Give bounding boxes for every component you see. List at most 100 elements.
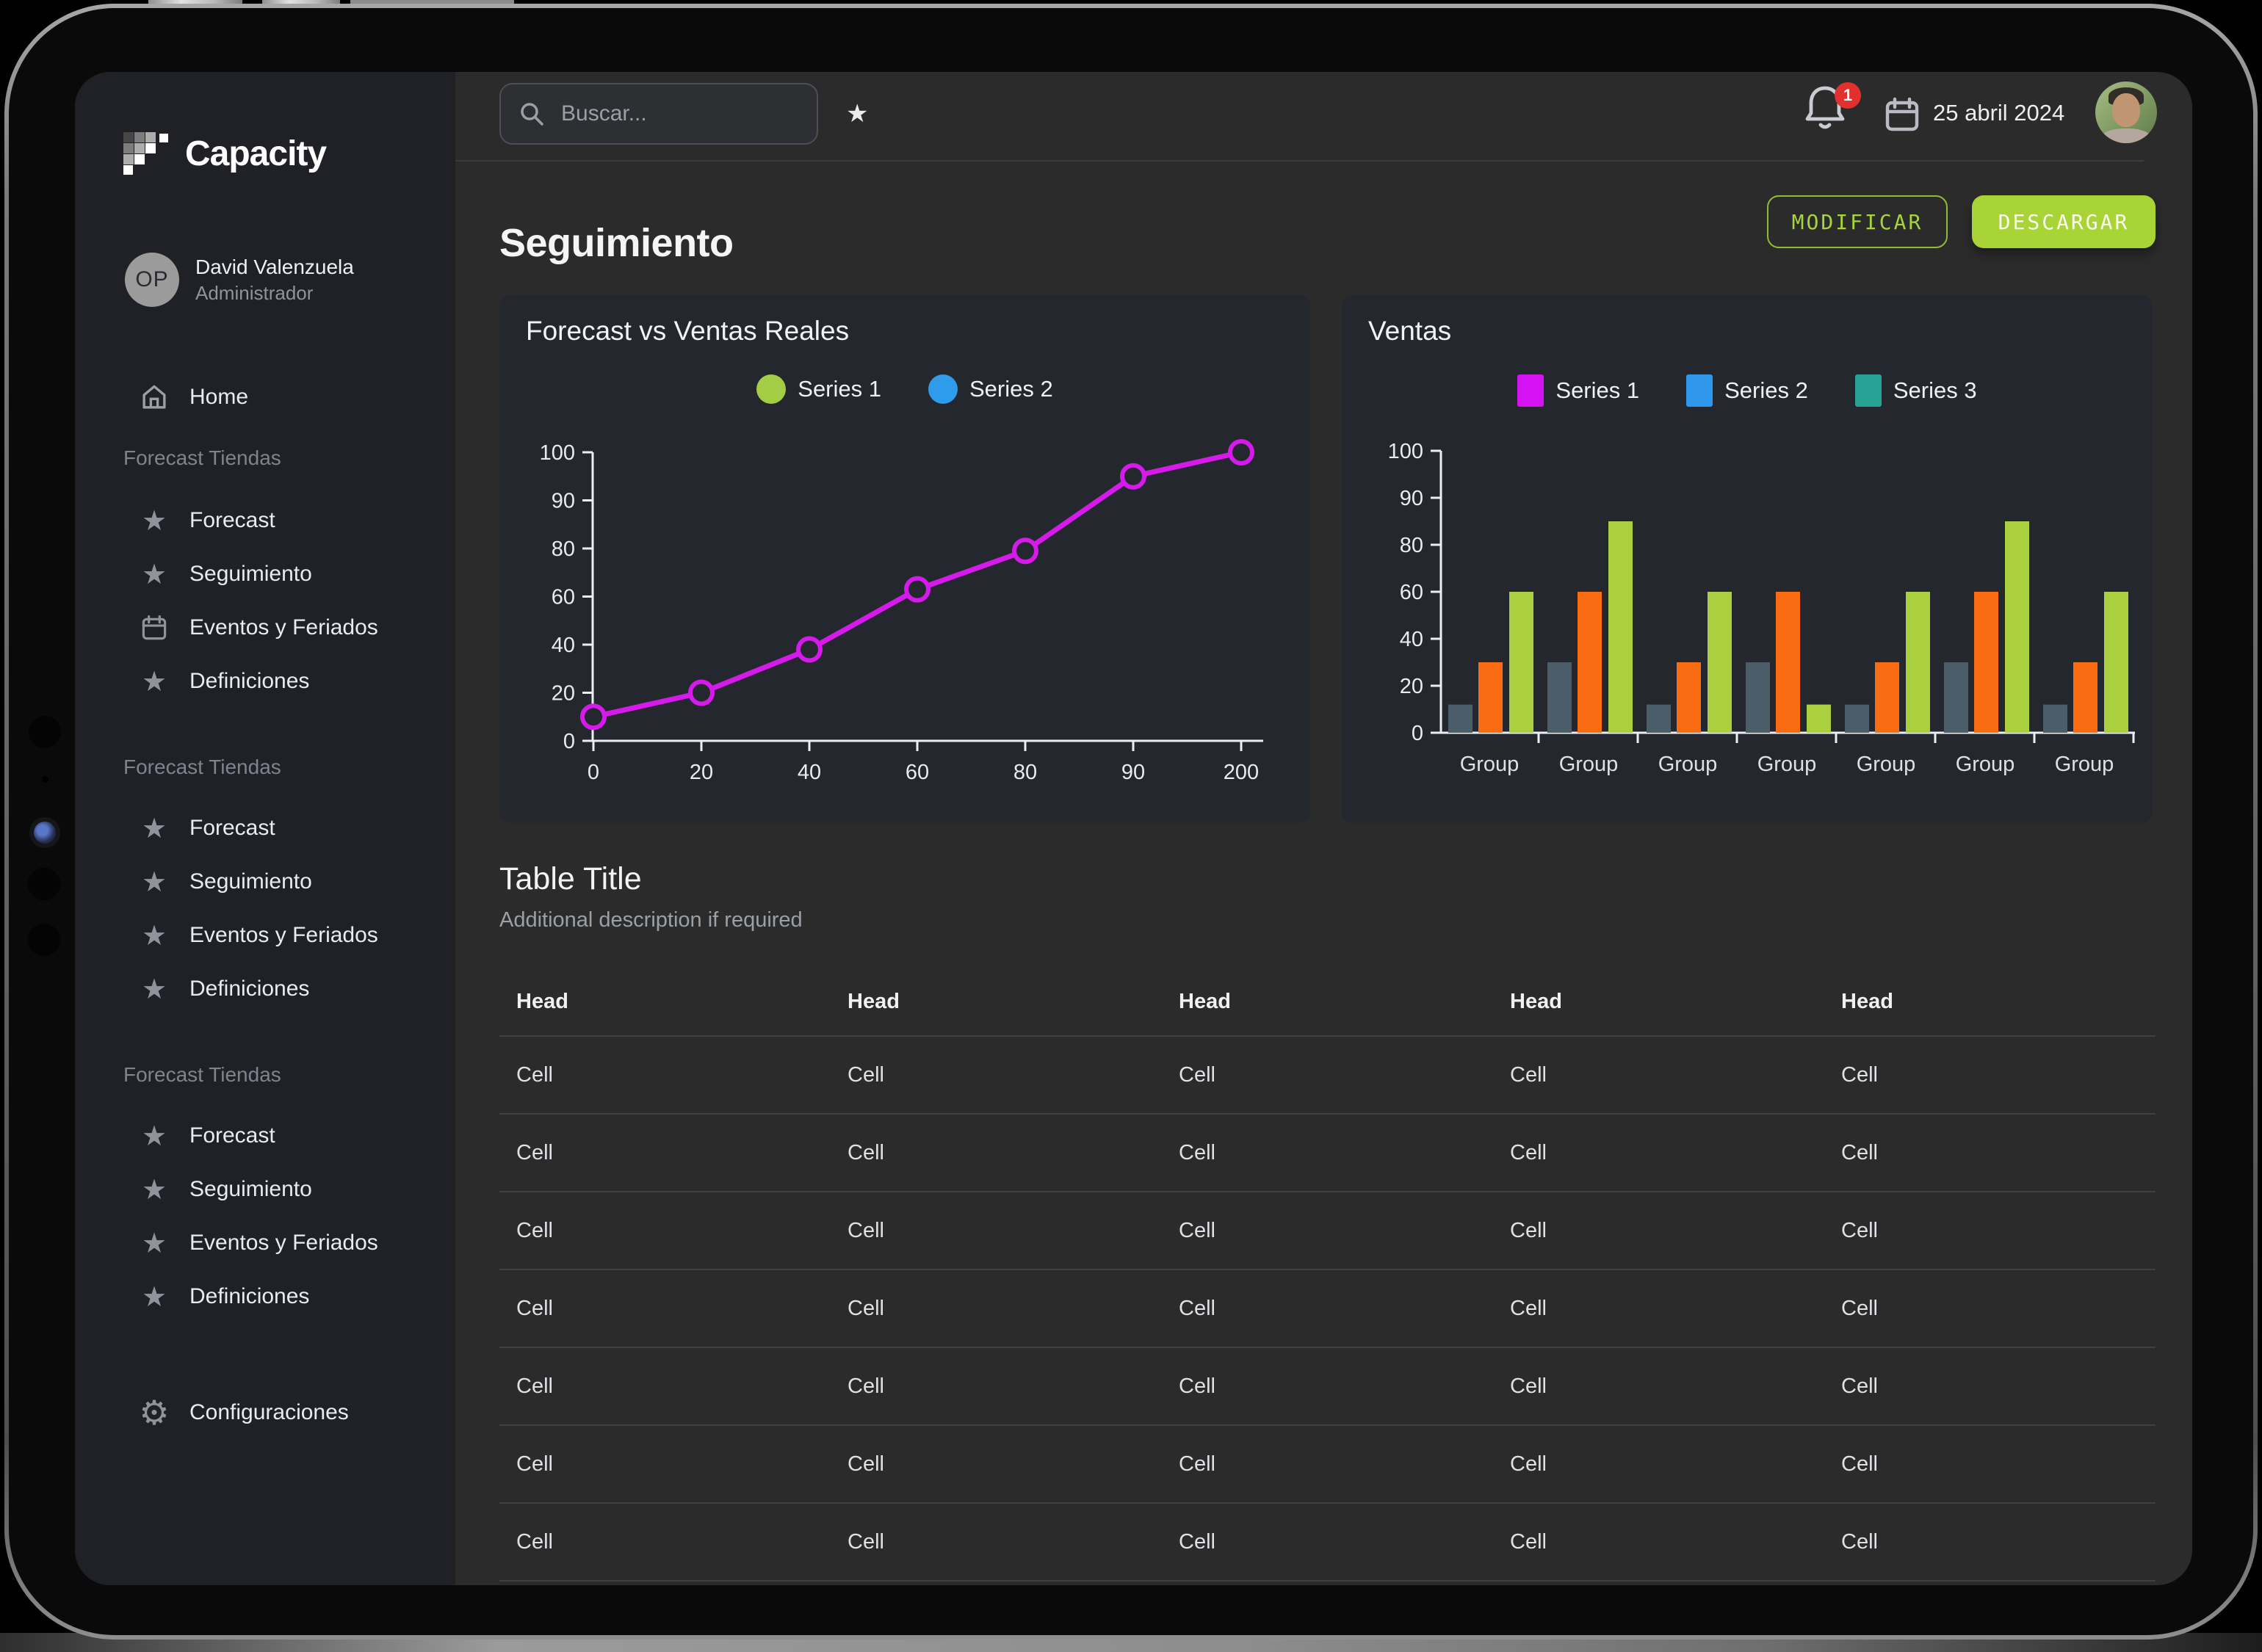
table-row: CellCellCellCellCell [499,1035,2156,1113]
svg-text:0: 0 [588,761,599,784]
sidebar-group: ★Forecast ★ Seguimiento ★ Eventos y Feriados… [75,1109,455,1323]
chart-legend: Series 1Series 2Series 3 [1342,374,2153,407]
user-name: David Valenzuela [195,254,354,280]
table-row: CellCellCellCellCell [499,1347,2156,1424]
sidebar-nav: HomeForecast Tiendas★Forecast★Seguimient… [75,370,455,1323]
front-sensor [28,924,60,956]
sidebar-item-definiciones[interactable]: ★Definiciones [75,1269,455,1323]
table-row: CellCellCellCellCell [499,1424,2156,1502]
star-icon: ★ [138,665,170,698]
sidebar-item-seguimiento[interactable]: ★Seguimiento [75,855,455,908]
table-cell: Cell [1162,1297,1493,1321]
sidebar-item-eventos-y-feriados[interactable]: ★ Eventos y Feriados [75,1216,455,1269]
download-button[interactable]: DESCARGAR [1972,195,2156,248]
sidebar-item-definiciones[interactable]: ★Definiciones [75,962,455,1015]
table-cell: Cell [1162,1452,1493,1477]
search-box[interactable]: ★ [499,83,818,145]
sidebar-item-seguimiento[interactable]: ★Seguimiento [75,547,455,601]
svg-text:60: 60 [1400,581,1423,604]
search-input[interactable] [560,101,846,127]
sidebar-item-forecast[interactable]: ★Forecast [75,1109,455,1162]
sidebar-section-label: Forecast Tiendas [75,740,455,794]
table-header-cell: Head [1824,990,2156,1014]
table-cell: Cell [1493,1452,1824,1477]
sidebar-item-forecast[interactable]: ★Forecast [75,493,455,547]
notifications-button[interactable]: 1 [1801,82,1867,148]
table-cell: Cell [1162,1219,1493,1243]
table-cell: Cell [1493,1530,1824,1554]
capacity-logo-icon [123,132,169,175]
table-cell: Cell [499,1530,831,1554]
table-cell: Cell [831,1219,1162,1243]
calendar-button[interactable] [1883,95,1921,137]
sidebar-item-eventos-y-feriados[interactable]: ★ Eventos y Feriados [75,908,455,962]
table-cell: Cell [1824,1063,2156,1087]
svg-text:40: 40 [1400,628,1423,651]
current-date: 25 abril 2024 [1933,100,2064,126]
main-area: ★ 1 [455,72,2192,1585]
table-row: CellCellCellCellCell [499,1502,2156,1580]
star-icon: ★ [138,1227,170,1259]
star-icon: ★ [138,812,170,844]
favorite-star-icon[interactable]: ★ [846,99,868,128]
chart-legend: Series 1Series 2 [499,374,1310,404]
svg-text:200: 200 [1224,761,1259,784]
table-cell: Cell [1162,1374,1493,1399]
sidebar-section-label: Forecast Tiendas [75,431,455,485]
sidebar-item-definiciones[interactable]: ★Definiciones [75,654,455,708]
user-block[interactable]: OP David Valenzuela Administrador [125,253,354,307]
svg-text:40: 40 [552,634,575,657]
avatar-shirt [2101,128,2151,143]
profile-avatar[interactable] [2095,81,2157,143]
chart-title: Forecast vs Ventas Reales [526,316,849,347]
sidebar-item-forecast[interactable]: ★Forecast [75,801,455,855]
star-icon: ★ [138,973,170,1005]
avatar-face [2112,93,2140,127]
calendar-icon [1883,95,1921,134]
calendar-icon [138,614,170,642]
sidebar-item-home[interactable]: Home [75,370,455,424]
svg-text:80: 80 [552,537,575,561]
avatar: OP [125,253,179,307]
table-header-cell: Head [1162,990,1493,1014]
home-icon [138,383,170,412]
svg-text:80: 80 [1013,761,1037,784]
table-header-cell: Head [499,990,831,1014]
svg-text:40: 40 [798,761,821,784]
table-header-cell: Head [1493,990,1824,1014]
sidebar-item-label: Eventos y Feriados [189,1231,378,1256]
sidebar-item-label: Configuraciones [189,1400,349,1425]
svg-text:90: 90 [552,490,575,513]
legend-item: Series 2 [928,374,1053,404]
sidebar-item-label: Seguimiento [189,1177,312,1202]
table-row: CellCellCellCellCell [499,1113,2156,1191]
sidebar-item-eventos-y-feriados[interactable]: Eventos y Feriados [75,601,455,654]
table-cell: Cell [499,1219,831,1243]
sidebar-item-configuraciones[interactable]: ⚙ Configuraciones [75,1385,455,1439]
table-description: Additional description if required [499,907,2156,932]
sidebar-item-seguimiento[interactable]: ★ Seguimiento [75,1162,455,1216]
table-body: CellCellCellCellCellCellCellCellCellCell… [499,1035,2156,1582]
table-end-divider [499,1580,2156,1582]
star-icon: ★ [138,919,170,952]
table-row: CellCellCellCellCell [499,1269,2156,1347]
table-cell: Cell [831,1374,1162,1399]
sidebar-item-label: Definiciones [189,1284,309,1309]
line-chart-card: 0204060809010002040608090200Forecast vs … [499,295,1310,823]
app-logo[interactable]: Capacity [123,132,326,175]
table-cell: Cell [1493,1297,1824,1321]
star-icon: ★ [138,1173,170,1206]
table-header-cell: Head [831,990,1162,1014]
chart-title: Ventas [1368,316,1451,347]
modify-button[interactable]: MODIFICAR [1767,195,1948,248]
table-cell: Cell [499,1063,831,1087]
sidebar-group: ★Forecast★SeguimientoEventos y Feriados★… [75,493,455,708]
sidebar-item-label: Forecast [189,1123,275,1148]
table-cell: Cell [1824,1297,2156,1321]
bar-chart-card: 02040608090100GroupGroupGroupGroupGroupG… [1342,295,2153,823]
svg-text:20: 20 [690,761,713,784]
table-row: CellCellCellCellCell [499,1191,2156,1269]
user-role: Administrador [195,280,354,305]
sidebar-item-label: Eventos y Feriados [189,923,378,948]
legend-swatch-icon [1855,374,1882,407]
